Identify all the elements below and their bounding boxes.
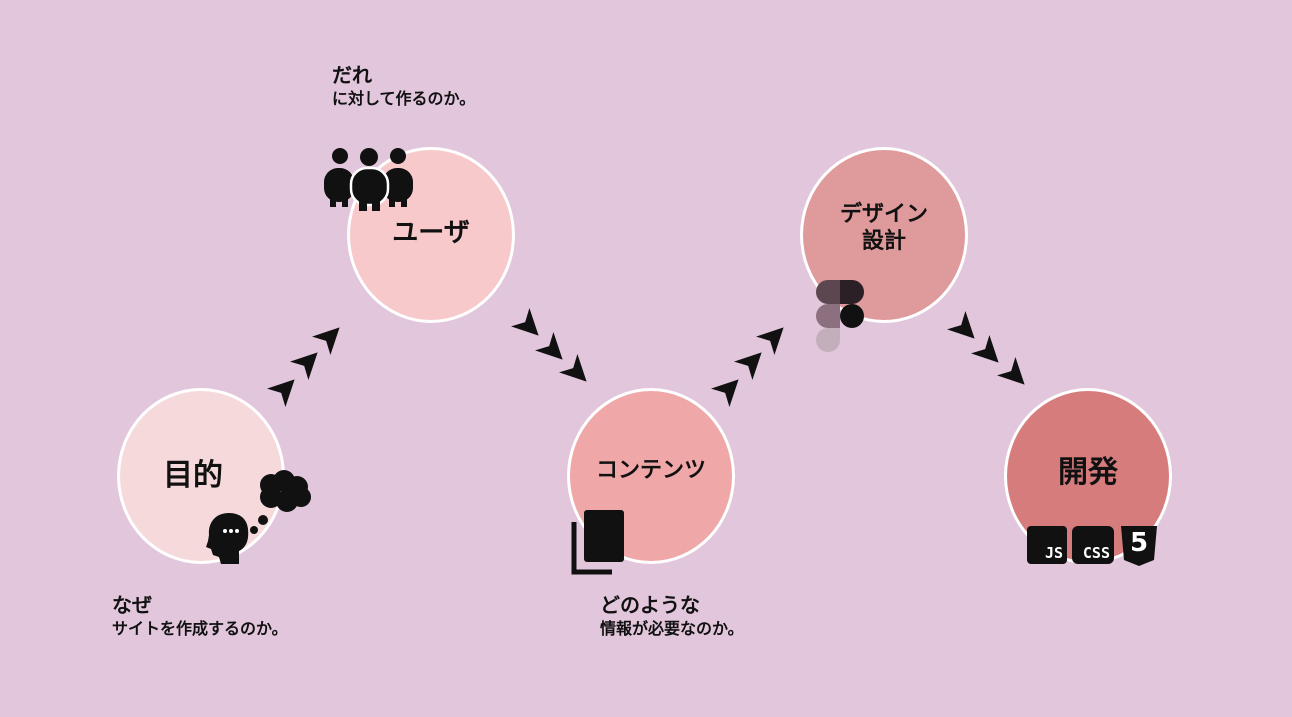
flow-arrow-icon	[711, 379, 739, 407]
caption-user-subtitle: に対して作るのか。	[332, 89, 476, 108]
flow-arrow-icon	[947, 311, 975, 339]
user-group-icon	[324, 148, 413, 211]
flow-arrow-icon	[290, 352, 318, 380]
caption-purpose: なぜ サイトを作成するのか。	[112, 592, 288, 640]
flow-arrows-4	[947, 311, 1025, 385]
css-badge-label: CSS	[1082, 544, 1110, 562]
node-development-label: 開発	[1058, 455, 1118, 491]
flow-arrow-icon	[535, 332, 563, 360]
flow-arrow-icon	[511, 308, 539, 336]
figma-logo-icon	[816, 280, 864, 352]
css-badge-icon: CSS	[1072, 526, 1114, 564]
flow-arrow-icon	[559, 354, 587, 382]
caption-content-title: どのような	[600, 593, 700, 617]
flow-arrow-icon	[997, 357, 1025, 385]
caption-purpose-subtitle: サイトを作成するのか。	[112, 619, 288, 638]
flow-arrows-2	[511, 308, 587, 382]
flow-arrows-3	[711, 327, 784, 407]
copy-documents-icon	[571, 510, 624, 575]
js-badge-icon: JS	[1027, 526, 1067, 564]
flow-arrow-icon	[734, 352, 762, 380]
flow-arrow-icon	[756, 327, 784, 355]
thinking-person-icon	[206, 470, 311, 564]
flow-arrow-icon	[971, 335, 999, 363]
flow-arrow-icon	[267, 379, 295, 407]
js-badge-label: JS	[1044, 544, 1063, 562]
flow-arrow-icon	[312, 327, 340, 355]
node-design-label: デザイン 設計	[839, 201, 928, 255]
html5-icon: 5	[1120, 525, 1158, 567]
flow-arrows-1	[267, 327, 340, 407]
caption-user: だれ に対して作るのか。	[332, 62, 475, 110]
caption-purpose-title: なぜ	[112, 593, 152, 617]
node-content-label: コンテンツ	[595, 458, 706, 484]
caption-user-title: だれ	[332, 63, 372, 87]
node-user-label: ユーザ	[392, 217, 470, 248]
html5-label: 5	[1129, 528, 1149, 558]
caption-content: どのような 情報が必要なのか。	[600, 592, 744, 640]
caption-content-subtitle: 情報が必要なのか。	[600, 619, 744, 638]
